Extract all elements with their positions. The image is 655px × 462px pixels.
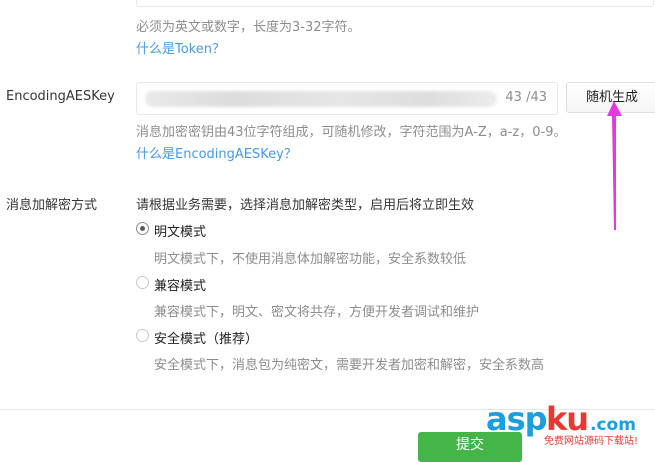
compatible-mode-label[interactable]: 兼容模式 (154, 275, 206, 294)
secure-mode-desc: 安全模式下，消息包为纯密文，需要开发者加密和解密，安全系数高 (154, 358, 545, 373)
secure-mode-label[interactable]: 安全模式（推荐） (154, 328, 258, 347)
compatible-mode-desc: 兼容模式下，明文、密文将共存，方便开发者调试和维护 (154, 305, 480, 320)
plaintext-mode-desc: 明文模式下，不使用消息体加解密功能，安全系数较低 (154, 252, 467, 267)
aeskey-hint: 消息加密密钥由43位字符组成，可随机修改，字符范围为A-Z，a-z，0-9。 (136, 125, 567, 140)
svg-text:asp: asp (486, 400, 547, 438)
aspku-watermark-logo: asp ku .com 免费网站源码下载站! (486, 400, 638, 447)
svg-text:免费网站源码下载站!: 免费网站源码下载站! (544, 434, 638, 447)
token-help-link[interactable]: 什么是Token？ (136, 38, 225, 57)
encryption-label: 消息加解密方式 (6, 198, 98, 213)
token-input-box[interactable] (136, 0, 654, 7)
aeskey-help-link[interactable]: 什么是EncodingAESKey？ (136, 143, 297, 162)
aeskey-input[interactable]: 43 /43 (136, 82, 558, 115)
aeskey-char-count: 43 /43 (505, 90, 547, 105)
plaintext-mode-radio[interactable] (136, 222, 149, 235)
encryption-instruction: 请根据业务需要，选择消息加解密类型，启用后将立即生效 (136, 198, 475, 213)
svg-text:.com: .com (590, 415, 636, 435)
token-hint: 必须为英文或数字，长度为3-32字符。 (136, 20, 361, 35)
svg-text:ku: ku (546, 400, 588, 438)
compatible-mode-radio[interactable] (136, 276, 149, 289)
aeskey-label: EncodingAESKey (6, 89, 115, 104)
aeskey-value-redacted (145, 91, 497, 107)
plaintext-mode-label[interactable]: 明文模式 (154, 221, 206, 240)
arrow-annotation-icon (607, 101, 622, 230)
secure-mode-radio[interactable] (136, 329, 149, 342)
